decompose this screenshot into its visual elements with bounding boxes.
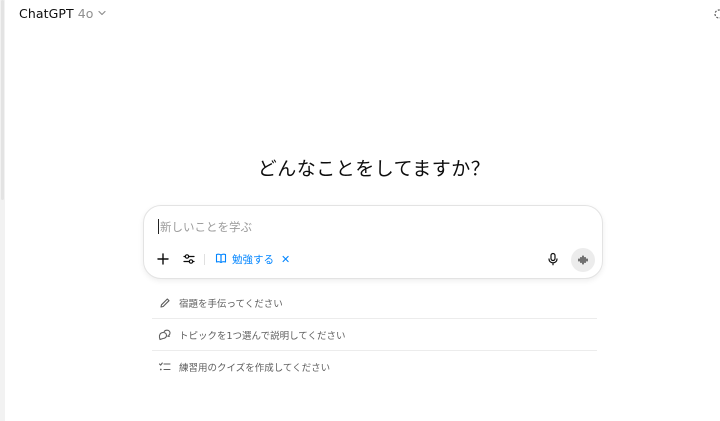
close-icon[interactable]: ✕ [281, 253, 290, 266]
suggestion-label: 練習用のクイズを作成してください [179, 363, 331, 374]
prompt-input[interactable] [157, 217, 580, 237]
suggestion-list: 宿題を手伝ってください トピックを1つ選んで説明してください 練習用のクイズを作… [152, 287, 597, 383]
model-version: 4o [77, 5, 94, 21]
sidebar-scroll-rail[interactable] [0, 0, 5, 421]
pencil-icon [158, 296, 171, 309]
toolbar-divider [204, 254, 205, 265]
suggestion-item[interactable]: 宿題を手伝ってください [152, 287, 597, 319]
suggestion-label: トピックを1つ選んで説明してください [179, 330, 346, 342]
microphone-icon[interactable] [544, 250, 562, 268]
composer: 勉強する ✕ [143, 205, 603, 279]
chatgpt-page: ChatGPT 4o どんなことをしてますか？ 新しいことを学ぶ 勉強する ✕ … [0, 0, 720, 421]
model-selector[interactable]: ChatGPT 4o [19, 4, 107, 22]
text-caret [158, 219, 159, 234]
plus-icon[interactable] [154, 250, 172, 268]
chevron-down-icon [97, 8, 107, 18]
checklist-icon [158, 361, 171, 374]
study-mode-chip[interactable]: 勉強する ✕ [215, 250, 290, 268]
suggestion-item[interactable]: トピックを1つ選んで説明してください [152, 319, 597, 351]
voice-mode-icon[interactable] [571, 248, 595, 272]
suggestion-item[interactable]: 練習用のクイズを作成してください [152, 351, 597, 383]
book-open-icon [215, 252, 227, 267]
suggestion-label: 宿題を手伝ってください [179, 298, 283, 310]
sliders-icon[interactable] [180, 250, 198, 268]
chat-bubbles-icon [158, 328, 171, 341]
model-name: ChatGPT [19, 5, 74, 21]
page-title: どんなことをしてますか？ [257, 158, 491, 180]
temporary-chat-icon[interactable] [712, 5, 720, 19]
study-mode-label: 勉強する [232, 253, 274, 266]
